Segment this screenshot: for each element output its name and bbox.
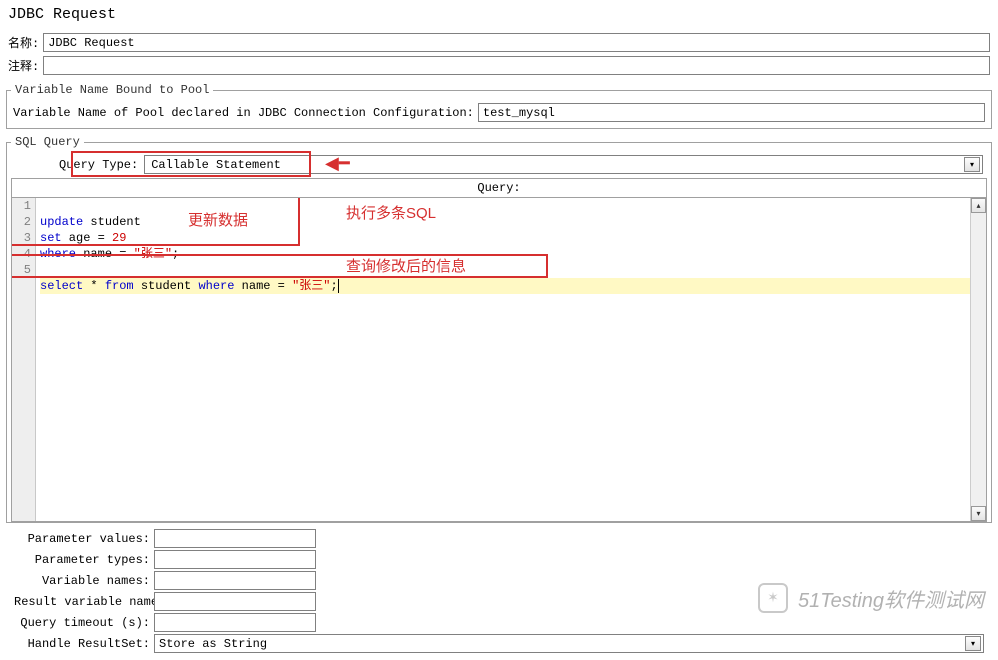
query-timeout-label: Query timeout (s):	[14, 616, 154, 630]
variable-names-label: Variable names:	[14, 574, 154, 588]
result-form: Parameter values: Parameter types: Varia…	[6, 523, 992, 659]
comment-label: 注释:	[8, 57, 39, 74]
param-types-input[interactable]	[154, 550, 316, 569]
handle-resultset-value: Store as String	[159, 637, 267, 651]
sql-query-legend: SQL Query	[11, 135, 84, 149]
result-variable-input[interactable]	[154, 592, 316, 611]
query-type-dropdown-icon[interactable]: ▾	[964, 157, 980, 172]
name-label: 名称:	[8, 34, 39, 51]
comment-input[interactable]	[43, 56, 990, 75]
line-gutter: 1 2 3 4 5	[12, 198, 36, 521]
scroll-up-icon[interactable]: ▴	[971, 198, 986, 213]
query-type-value: Callable Statement	[151, 158, 281, 172]
variable-names-input[interactable]	[154, 571, 316, 590]
query-type-select[interactable]: Callable Statement ▾	[144, 155, 983, 174]
scroll-down-icon[interactable]: ▾	[971, 506, 986, 521]
sql-query-fieldset: SQL Query Query Type: Callable Statement…	[6, 135, 992, 523]
query-type-label: Query Type:	[15, 158, 144, 172]
param-values-input[interactable]	[154, 529, 316, 548]
variable-pool-fieldset: Variable Name Bound to Pool Variable Nam…	[6, 83, 992, 129]
code-area[interactable]: update studentset age = 29where name = "…	[36, 198, 970, 521]
handle-resultset-dropdown-icon[interactable]: ▾	[965, 636, 981, 651]
pool-var-label: Variable Name of Pool declared in JDBC C…	[13, 106, 474, 120]
param-types-label: Parameter types:	[14, 553, 154, 567]
param-values-label: Parameter values:	[14, 532, 154, 546]
handle-resultset-select[interactable]: Store as String ▾	[154, 634, 984, 653]
sql-editor[interactable]: 1 2 3 4 5 update studentset age = 29wher…	[11, 197, 987, 522]
query-heading: Query:	[11, 178, 987, 197]
result-variable-label: Result variable name:	[14, 595, 154, 609]
panel-title: JDBC Request	[0, 0, 998, 31]
handle-resultset-label: Handle ResultSet:	[14, 637, 154, 651]
vertical-scrollbar[interactable]: ▴ ▾	[970, 198, 986, 521]
pool-var-input[interactable]	[478, 103, 985, 122]
variable-pool-legend: Variable Name Bound to Pool	[11, 83, 213, 97]
query-timeout-input[interactable]	[154, 613, 316, 632]
name-input[interactable]	[43, 33, 990, 52]
